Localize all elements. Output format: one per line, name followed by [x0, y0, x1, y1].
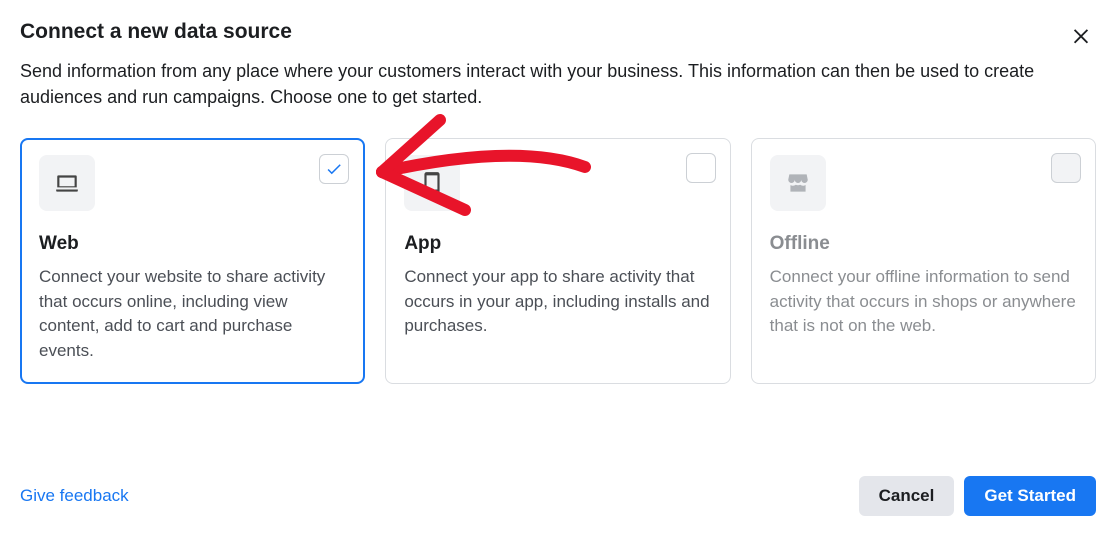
option-title-offline: Offline	[770, 233, 1077, 255]
check-icon	[325, 160, 343, 178]
option-title-web: Web	[39, 233, 346, 255]
close-icon	[1070, 26, 1092, 51]
option-check-offline	[1051, 153, 1081, 183]
dialog-footer: Give feedback Cancel Get Started	[20, 476, 1096, 516]
option-card-web[interactable]: Web Connect your website to share activi…	[20, 138, 365, 384]
data-source-options: Web Connect your website to share activi…	[20, 138, 1096, 384]
option-description-web: Connect your website to share activity t…	[39, 265, 346, 364]
store-icon	[770, 155, 826, 211]
option-check-web	[319, 154, 349, 184]
get-started-button[interactable]: Get Started	[964, 476, 1096, 516]
cancel-button[interactable]: Cancel	[859, 476, 955, 516]
option-title-app: App	[404, 233, 711, 255]
dialog-subtitle: Send information from any place where yo…	[20, 58, 1080, 110]
mobile-icon	[404, 155, 460, 211]
close-button[interactable]	[1066, 20, 1096, 54]
footer-buttons: Cancel Get Started	[859, 476, 1096, 516]
option-check-app	[686, 153, 716, 183]
option-card-app[interactable]: App Connect your app to share activity t…	[385, 138, 730, 384]
laptop-icon	[39, 155, 95, 211]
option-description-offline: Connect your offline information to send…	[770, 265, 1077, 339]
option-card-offline[interactable]: Offline Connect your offline information…	[751, 138, 1096, 384]
option-description-app: Connect your app to share activity that …	[404, 265, 711, 339]
dialog-title: Connect a new data source	[20, 20, 292, 44]
give-feedback-link[interactable]: Give feedback	[20, 486, 129, 506]
